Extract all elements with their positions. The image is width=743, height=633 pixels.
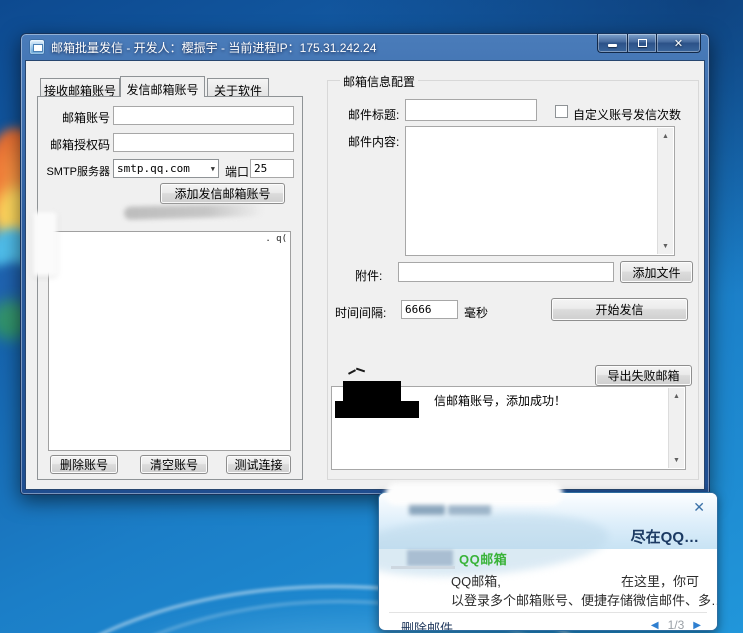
auth-code-input[interactable] bbox=[113, 133, 294, 152]
log-scroll-up-icon[interactable]: ▲ bbox=[669, 388, 684, 404]
app-icon bbox=[29, 39, 45, 55]
scroll-down-icon[interactable]: ▼ bbox=[658, 238, 673, 254]
tab-about[interactable]: 关于软件 bbox=[207, 78, 269, 97]
smtp-server-value: smtp.qq.com bbox=[117, 162, 190, 175]
dropdown-arrow-icon: ▼ bbox=[211, 165, 215, 173]
interval-input[interactable] bbox=[401, 300, 458, 319]
log-scrollbar[interactable]: ▲ ▼ bbox=[668, 388, 684, 468]
log-message: 信邮箱账号，添加成功！ bbox=[434, 392, 566, 409]
close-icon: ✕ bbox=[674, 37, 683, 50]
add-sender-account-button[interactable]: 添加发信邮箱账号 bbox=[160, 183, 285, 204]
add-file-button[interactable]: 添加文件 bbox=[620, 261, 693, 283]
redaction-block bbox=[335, 401, 419, 418]
popup-body-line2: 以登录多个邮箱账号、便捷存储微信邮件、多… bbox=[451, 590, 718, 609]
clear-accounts-button[interactable]: 清空账号 bbox=[140, 455, 208, 474]
account-label: 邮箱账号 bbox=[38, 109, 110, 126]
custom-times-checkbox[interactable] bbox=[555, 105, 568, 118]
content-textarea[interactable]: ▲ ▼ bbox=[405, 126, 675, 256]
app-window: 邮箱批量发信 - 开发人：樱振宇 - 当前进程IP：175.31.242.24 … bbox=[20, 33, 710, 495]
tab-send-accounts[interactable]: 发信邮箱账号 bbox=[120, 76, 205, 97]
redaction-white-blob bbox=[385, 483, 563, 505]
popup-body-line1-left: QQ邮箱, bbox=[451, 571, 501, 590]
maximize-icon bbox=[638, 39, 647, 47]
scroll-up-icon[interactable]: ▲ bbox=[658, 128, 673, 144]
subject-input[interactable] bbox=[405, 99, 537, 121]
redaction-white-blob bbox=[33, 212, 57, 276]
redaction-block bbox=[407, 550, 453, 566]
tab-receive-accounts[interactable]: 接收邮箱账号 bbox=[40, 78, 120, 97]
interval-unit-label: 毫秒 bbox=[464, 304, 488, 321]
maximize-button[interactable] bbox=[627, 34, 657, 53]
window-controls: ✕ bbox=[597, 34, 701, 53]
redaction-scribble bbox=[346, 367, 368, 377]
popup-divider-decoration bbox=[391, 566, 455, 569]
account-input[interactable] bbox=[113, 106, 294, 125]
account-list-item-fragment: . q( bbox=[265, 234, 287, 244]
interval-label: 时间间隔: bbox=[335, 304, 386, 321]
send-accounts-panel: 邮箱账号 邮箱授权码 SMTP服务器 smtp.qq.com ▼ 端口 添加发信… bbox=[37, 96, 303, 480]
popup-close-icon[interactable]: ✕ bbox=[693, 499, 705, 516]
group-title: 邮箱信息配置 bbox=[340, 73, 418, 90]
popup-footer: 删除邮件 ◀ 1/3 ▶ bbox=[379, 613, 717, 630]
window-client-area: 接收邮箱账号 发信邮箱账号 关于软件 邮箱账号 邮箱授权码 SMTP服务器 sm… bbox=[25, 60, 705, 490]
popup-pager: ◀ 1/3 ▶ bbox=[651, 618, 701, 631]
close-button[interactable]: ✕ bbox=[657, 34, 701, 53]
port-input[interactable] bbox=[250, 159, 294, 178]
custom-times-label: 自定义账号发信次数 bbox=[573, 106, 681, 123]
delete-mail-link[interactable]: 删除邮件 bbox=[401, 618, 453, 631]
page-indicator: 1/3 bbox=[668, 618, 685, 631]
minimize-icon bbox=[608, 44, 617, 47]
delete-account-button[interactable]: 删除账号 bbox=[50, 455, 118, 474]
redaction-block bbox=[343, 381, 401, 402]
attachment-input[interactable] bbox=[398, 262, 614, 282]
window-title: 邮箱批量发信 - 开发人：樱振宇 - 当前进程IP：175.31.242.24 bbox=[51, 39, 376, 56]
log-scroll-down-icon[interactable]: ▼ bbox=[669, 452, 684, 468]
desktop: 邮箱批量发信 - 开发人：樱振宇 - 当前进程IP：175.31.242.24 … bbox=[0, 0, 743, 633]
subject-label: 邮件标题: bbox=[348, 106, 399, 123]
mail-config-groupbox: 邮箱信息配置 邮件标题: 自定义账号发信次数 邮件内容: ▲ ▼ 附件: 添加文… bbox=[327, 80, 699, 480]
qq-mail-popup: ✕ 尽在QQ… QQ邮箱 QQ邮箱, 在这里，你可 以登录多个邮箱账号、便捷存储… bbox=[378, 492, 718, 631]
auth-code-label: 邮箱授权码 bbox=[38, 136, 110, 153]
qq-mail-logo: QQ邮箱 bbox=[459, 549, 507, 568]
test-connection-button[interactable]: 测试连接 bbox=[226, 455, 291, 474]
minimize-button[interactable] bbox=[597, 34, 627, 53]
redaction-smear bbox=[124, 203, 264, 220]
attachment-label: 附件: bbox=[355, 267, 382, 284]
export-failed-button[interactable]: 导出失败邮箱 bbox=[595, 365, 692, 386]
page-prev-icon[interactable]: ◀ bbox=[651, 620, 659, 631]
popup-body-line1-right: 在这里，你可 bbox=[621, 571, 699, 590]
sender-account-list[interactable]: . q( bbox=[48, 231, 291, 451]
page-next-icon[interactable]: ▶ bbox=[693, 620, 701, 631]
popup-slogan: 尽在QQ… bbox=[631, 526, 699, 547]
port-label: 端口 bbox=[225, 163, 249, 180]
start-sending-button[interactable]: 开始发信 bbox=[551, 298, 688, 321]
smtp-label: SMTP服务器 bbox=[38, 163, 110, 179]
smtp-server-select[interactable]: smtp.qq.com ▼ bbox=[113, 159, 219, 178]
content-label: 邮件内容: bbox=[348, 133, 399, 150]
content-scrollbar[interactable]: ▲ ▼ bbox=[657, 128, 673, 254]
